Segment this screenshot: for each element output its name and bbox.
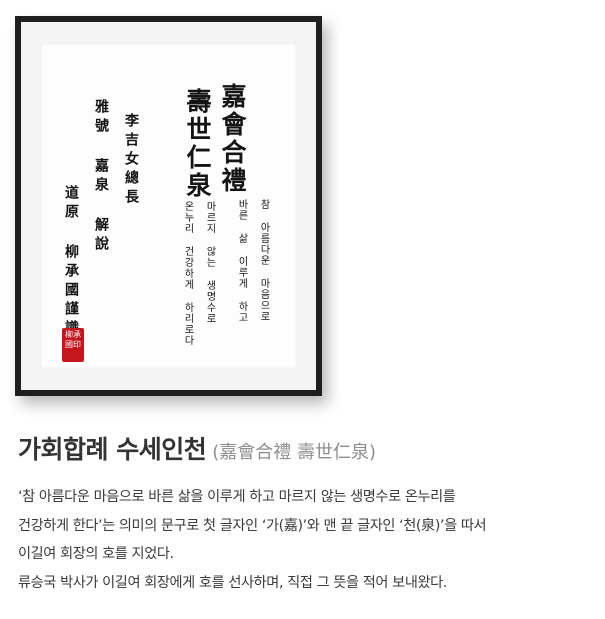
frame-mat: 嘉會合禮 壽世仁泉 참 아름다운 마음으로 바른 삶 이루게 하고 마르지 않는… bbox=[21, 22, 316, 390]
description-line: 건강하게 한다’는 의미의 문구로 첫 글자인 ‘가(嘉)’와 맨 끝 글자인 … bbox=[18, 517, 487, 534]
description-line: ‘참 아름다운 마음으로 바른 삶을 이루게 하고 마르지 않는 생명수로 온누… bbox=[18, 489, 456, 505]
calligraphy-hangul-column-3: 마르지 않는 생명수로 bbox=[204, 201, 215, 324]
page-title: 가회합례 수세인천 (嘉會合禮 壽世仁泉) bbox=[18, 430, 376, 464]
title-hangul: 가회합례 수세인천 bbox=[18, 435, 207, 464]
description-line: 류승국 박사가 이길여 회장에게 호를 선사하며, 직접 그 뜻을 적어 보내왔… bbox=[18, 574, 447, 591]
calligraphy-paper: 嘉會合禮 壽世仁泉 참 아름다운 마음으로 바른 삶 이루게 하고 마르지 않는… bbox=[40, 43, 297, 369]
calligraphy-hangul-column-2: 바른 삶 이루게 하고 bbox=[236, 199, 247, 323]
red-seal-stamp: 柳承國印 bbox=[62, 328, 84, 362]
calligraphy-frame: 嘉會合禮 壽世仁泉 참 아름다운 마음으로 바른 삶 이루게 하고 마르지 않는… bbox=[15, 16, 322, 396]
calligraphy-explain-column: 雅號 嘉泉 解說 bbox=[93, 99, 109, 255]
calligraphy-title-column-2: 壽世仁泉 bbox=[183, 88, 212, 200]
description-text: ‘참 아름다운 마음으로 바른 삶을 이루게 하고 마르지 않는 생명수로 온누… bbox=[18, 483, 593, 597]
title-hanja: (嘉會合禮 壽世仁泉) bbox=[212, 442, 376, 463]
calligraphy-title-column-1: 嘉會合禮 bbox=[218, 83, 247, 195]
calligraphy-author-column: 道原 柳承國謹識 bbox=[63, 185, 79, 339]
calligraphy-hangul-column-4: 온누리 건강하게 하리로다 bbox=[182, 201, 193, 346]
calligraphy-recipient-column: 李吉女總長 bbox=[123, 113, 139, 208]
calligraphy-hangul-column-1: 참 아름다운 마음으로 bbox=[258, 199, 269, 322]
seal-text: 柳承國印 bbox=[65, 330, 81, 349]
description-line: 이길여 회장의 호를 지었다. bbox=[18, 546, 174, 562]
